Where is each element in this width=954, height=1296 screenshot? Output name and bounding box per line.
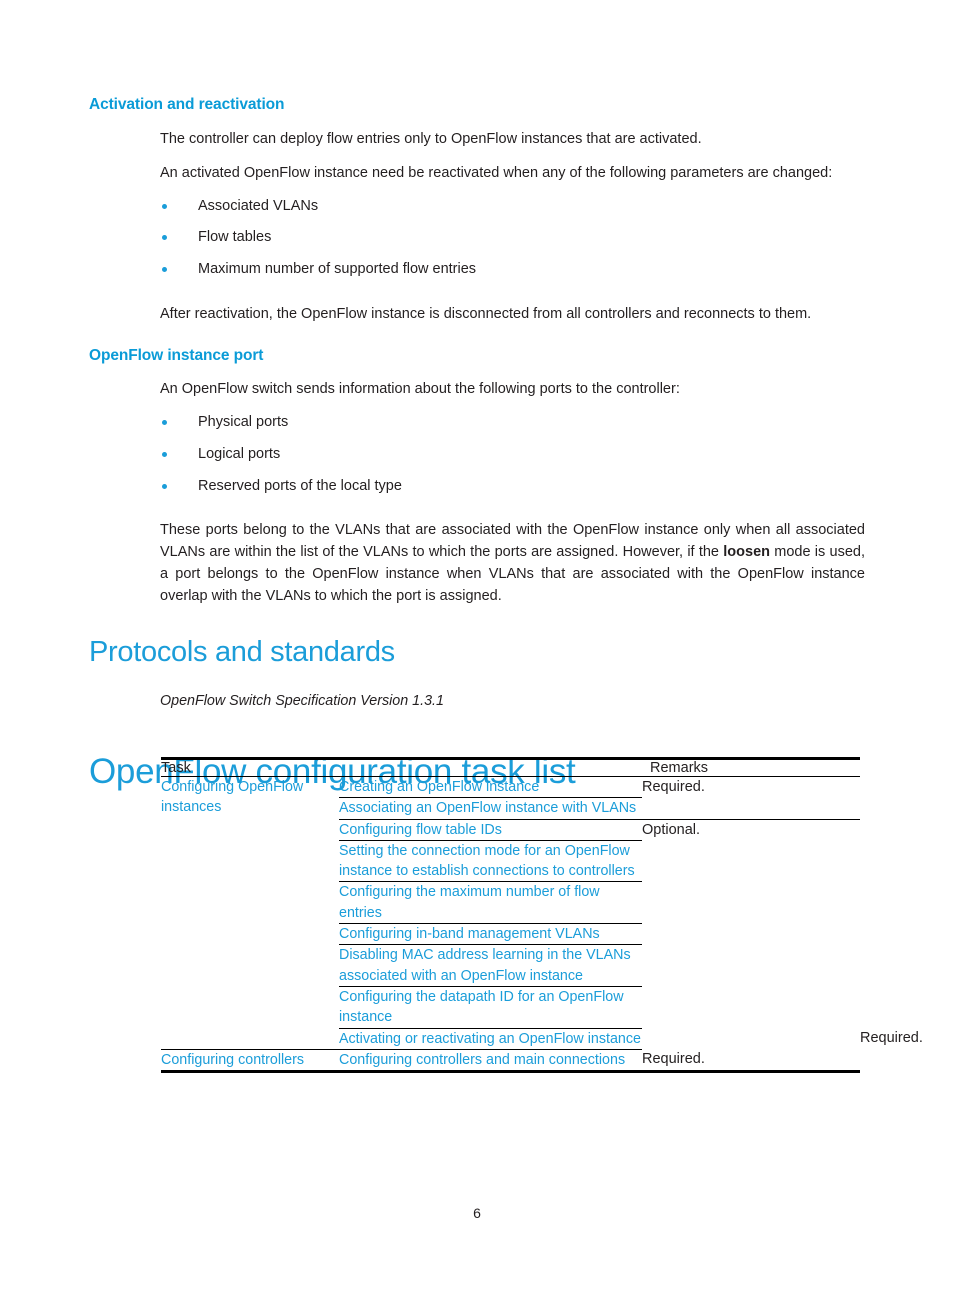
paragraph-reactivation-params: An activated OpenFlow instance need be r… xyxy=(160,164,833,181)
list-item-label: Logical ports xyxy=(198,446,281,463)
paragraph-openflow-spec-version: OpenFlow Switch Specification Version 1.… xyxy=(160,693,444,710)
table-bottom-rule xyxy=(161,1070,860,1074)
table-body: Configuring OpenFlow instances Creating … xyxy=(161,776,923,1071)
link-configuring-controllers-and-main-connections[interactable]: Configuring controllers and main connect… xyxy=(339,1049,642,1070)
link-associating-an-openflow-instance-with-vlans[interactable]: Associating an OpenFlow instance with VL… xyxy=(339,797,643,820)
page-number: 6 xyxy=(473,1205,481,1221)
link-configuring-flow-table-ids[interactable]: Configuring flow table IDs xyxy=(339,819,643,841)
table-header: Task Remarks xyxy=(161,760,861,777)
link-setting-the-connection-mode[interactable]: Setting the connection mode for an OpenF… xyxy=(339,840,643,883)
list-item: Maximum number of supported flow entries xyxy=(89,259,865,280)
list-item-label: Physical ports xyxy=(198,414,289,431)
task-list-table: Task Remarks Configuring OpenFlow instan… xyxy=(161,760,923,1071)
paragraph-switch-sends-info: An OpenFlow switch sends information abo… xyxy=(160,381,680,398)
table-row: Configuring controllers Configuring cont… xyxy=(161,1049,860,1070)
list-item: Physical ports xyxy=(89,412,865,433)
list-item: Associated VLANs xyxy=(89,196,865,217)
heading-protocols-and-standards: Protocols and standards xyxy=(89,636,395,669)
list-item-label: Reserved ports of the local type xyxy=(198,477,402,494)
task-list-table-container: Task Remarks Configuring OpenFlow instan… xyxy=(161,757,923,1074)
paragraph-ports-belong-vlans: These ports belong to the VLANs that are… xyxy=(89,519,865,607)
cell-remark-optional: Optional. xyxy=(642,821,701,838)
list-item: Flow tables xyxy=(89,227,865,248)
document-page: Activation and reactivation The controll… xyxy=(0,0,954,1296)
paragraph-controller-deploy: The controller can deploy flow entries o… xyxy=(160,130,702,147)
bullet-dot-icon xyxy=(162,483,167,489)
link-disabling-mac-address-learning[interactable]: Disabling MAC address learning in the VL… xyxy=(339,944,643,987)
heading-openflow-instance-port: OpenFlow instance port xyxy=(89,346,264,364)
cell-group-configuring-openflow-instances[interactable]: Configuring OpenFlow instances xyxy=(161,777,339,1029)
table-row: Configuring OpenFlow instances Creating … xyxy=(161,776,860,815)
link-configuring-in-band-management-vlans[interactable]: Configuring in-band management VLANs xyxy=(339,923,643,946)
list-item-label: Maximum number of supported flow entries xyxy=(198,261,477,278)
link-activating-or-reactivating-an-openflow-instance[interactable]: Activating or reactivating an OpenFlow i… xyxy=(339,1028,643,1050)
table-header-row: Task Remarks xyxy=(161,760,861,777)
document-content: Activation and reactivation The controll… xyxy=(89,96,865,791)
bullet-dot-icon xyxy=(162,267,167,273)
bullet-dot-icon xyxy=(162,452,167,458)
bullet-dot-icon xyxy=(162,235,167,241)
column-header-remarks: Remarks xyxy=(642,760,861,777)
link-creating-an-openflow-instance[interactable]: Creating an OpenFlow instance xyxy=(339,776,643,799)
cell-remark-empty xyxy=(642,797,861,820)
list-item-label: Flow tables xyxy=(198,229,272,246)
list-item: Logical ports xyxy=(89,444,865,465)
list-item-label: Associated VLANs xyxy=(198,197,319,214)
cell-group-configuring-controllers[interactable]: Configuring controllers xyxy=(161,1049,339,1070)
list-port-types: Physical ports Logical ports Reserved po… xyxy=(89,412,865,496)
cell-remark-required: Required. xyxy=(642,779,705,795)
paragraph-after-reactivation: After reactivation, the OpenFlow instanc… xyxy=(160,305,812,322)
bullet-dot-icon xyxy=(162,203,167,209)
list-item: Reserved ports of the local type xyxy=(89,476,865,497)
bullet-dot-icon xyxy=(162,420,167,426)
link-configuring-max-flow-entries[interactable]: Configuring the maximum number of flow e… xyxy=(339,881,643,925)
cell-remark-required: Required. xyxy=(642,1051,705,1068)
heading-activation-and-reactivation: Activation and reactivation xyxy=(89,96,285,113)
emphasis-loosen: loosen xyxy=(723,544,770,561)
column-header-task: Task xyxy=(161,760,643,777)
list-reactivation-parameters: Associated VLANs Flow tables Maximum num… xyxy=(89,196,865,280)
cell-group-spacer xyxy=(161,1028,339,1050)
link-configuring-the-datapath-id[interactable]: Configuring the datapath ID for an OpenF… xyxy=(339,986,643,1029)
